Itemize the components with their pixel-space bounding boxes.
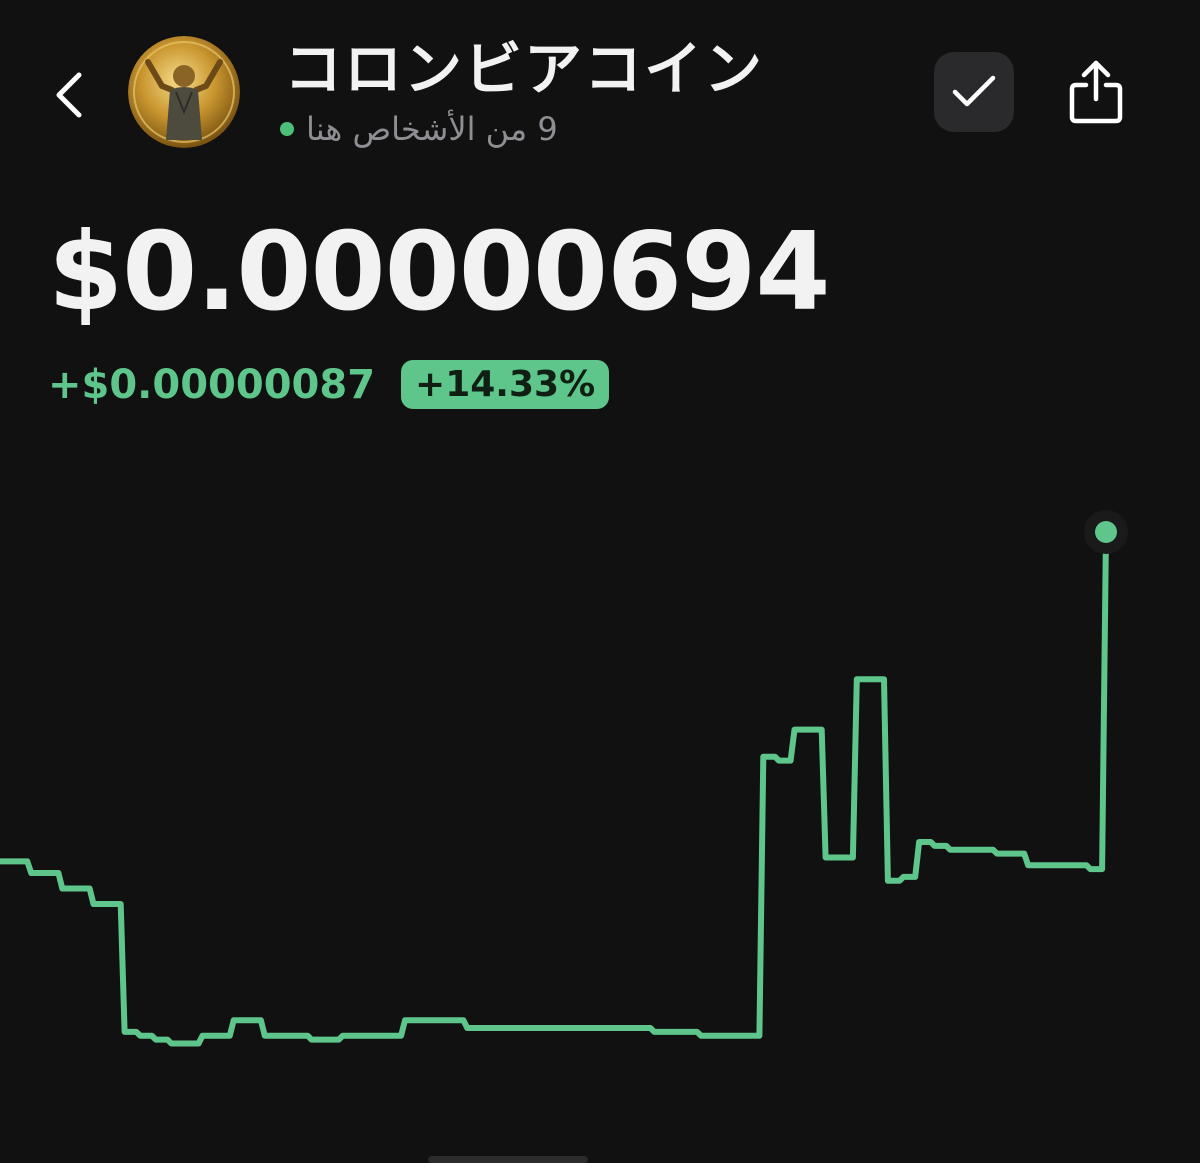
price-change-row: +$0.00000087 +14.33% — [48, 360, 610, 409]
price-change-percent-badge: +14.33% — [401, 360, 610, 409]
online-count-text: 9 من الأشخاص هنا — [306, 110, 558, 148]
online-status: 9 من الأشخاص هنا — [280, 110, 558, 148]
current-price: $0.00000694 — [48, 210, 830, 335]
back-button[interactable] — [44, 60, 94, 130]
chevron-left-icon — [56, 72, 82, 118]
last-price-marker — [1095, 521, 1117, 543]
watchlist-check-button[interactable] — [934, 52, 1014, 132]
price-chart[interactable] — [0, 440, 1200, 1140]
token-avatar — [128, 36, 240, 148]
share-button[interactable] — [1060, 52, 1132, 132]
bottom-sheet-handle — [428, 1156, 588, 1163]
online-dot-icon — [280, 122, 294, 136]
price-change-absolute: +$0.00000087 — [48, 361, 376, 408]
price-series-line — [0, 529, 1109, 1047]
coin-image — [128, 36, 240, 148]
token-detail-screen: コロンビアコイン 9 من الأشخاص هنا $0.00000694 +$… — [0, 0, 1200, 1163]
checkmark-icon — [952, 75, 996, 107]
token-name: コロンビアコイン — [284, 35, 765, 103]
share-icon — [1069, 60, 1123, 124]
